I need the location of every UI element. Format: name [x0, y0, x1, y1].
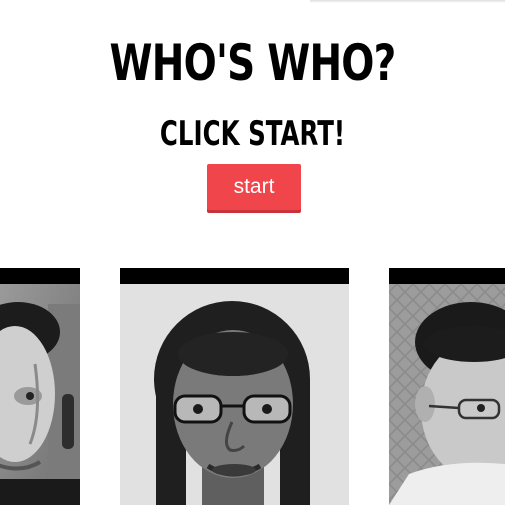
portrait-man-icon: [0, 284, 80, 505]
portrait-photo-2: [120, 284, 349, 505]
page-subtitle: CLICK START!: [159, 114, 346, 154]
person-card-3[interactable]: [389, 268, 505, 505]
person-card-1[interactable]: [0, 268, 80, 505]
portrait-photo-3: [389, 284, 505, 505]
page-title: WHO'S WHO?: [109, 34, 396, 92]
card-header-bar: [120, 268, 349, 284]
portrait-woman-icon: [120, 284, 349, 505]
portrait-photo-1: [0, 284, 80, 505]
card-header-bar: [389, 268, 505, 284]
person-card-2[interactable]: [120, 268, 349, 505]
portrait-man-glasses-icon: [389, 284, 505, 505]
start-button[interactable]: start: [207, 164, 301, 210]
window-shadow: [310, 0, 505, 3]
card-header-bar: [0, 268, 80, 284]
